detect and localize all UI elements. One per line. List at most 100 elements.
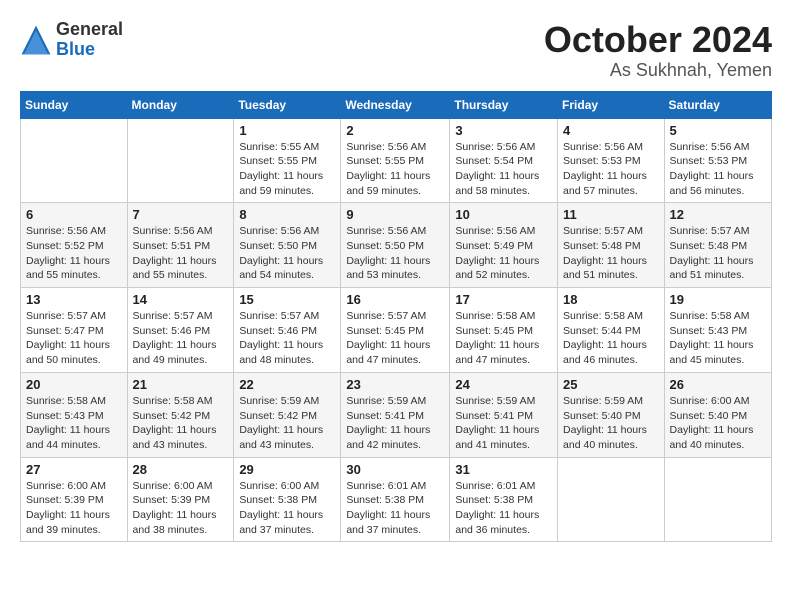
calendar-cell: 7 Sunrise: 5:56 AM Sunset: 5:51 PM Daylig… [127, 203, 234, 288]
cell-info: Sunrise: 5:56 AM Sunset: 5:53 PM Dayligh… [563, 140, 659, 199]
day-number: 1 [239, 123, 335, 138]
cell-info: Sunrise: 5:59 AM Sunset: 5:41 PM Dayligh… [346, 394, 444, 453]
calendar-cell: 5 Sunrise: 5:56 AM Sunset: 5:53 PM Daylig… [664, 118, 771, 203]
cell-info: Sunrise: 5:59 AM Sunset: 5:41 PM Dayligh… [455, 394, 552, 453]
calendar-cell: 29Sunrise: 6:00 AM Sunset: 5:38 PM Dayli… [234, 457, 341, 542]
day-number: 28 [133, 462, 229, 477]
cell-info: Sunrise: 5:56 AM Sunset: 5:53 PM Dayligh… [670, 140, 766, 199]
cell-info: Sunrise: 5:56 AM Sunset: 5:55 PM Dayligh… [346, 140, 444, 199]
calendar-cell: 12 Sunrise: 5:57 AM Sunset: 5:48 PM Dayli… [664, 203, 771, 288]
logo-general: General [56, 20, 123, 40]
calendar-cell: 4Sunrise: 5:56 AM Sunset: 5:53 PM Daylig… [558, 118, 665, 203]
cell-info: Sunrise: 5:58 AM Sunset: 5:43 PM Dayligh… [26, 394, 122, 453]
calendar-cell [21, 118, 128, 203]
day-number: 14 [133, 292, 229, 307]
cell-info: Sunrise: 5:57 AM Sunset: 5:45 PM Dayligh… [346, 309, 444, 368]
day-number: 6 [26, 207, 122, 222]
logo: General Blue [20, 20, 123, 60]
cell-info: Sunrise: 5:56 AM Sunset: 5:51 PM Dayligh… [133, 224, 229, 283]
calendar-cell: 2Sunrise: 5:56 AM Sunset: 5:55 PM Daylig… [341, 118, 450, 203]
calendar-cell: 3 Sunrise: 5:56 AM Sunset: 5:54 PM Daylig… [450, 118, 558, 203]
calendar-cell: 11Sunrise: 5:57 AM Sunset: 5:48 PM Dayli… [558, 203, 665, 288]
calendar-cell: 20 Sunrise: 5:58 AM Sunset: 5:43 PM Dayli… [21, 372, 128, 457]
page-header: General Blue October 2024 As Sukhnah, Ye… [20, 20, 772, 81]
cell-info: Sunrise: 6:01 AM Sunset: 5:38 PM Dayligh… [455, 479, 552, 538]
calendar-cell: 24 Sunrise: 5:59 AM Sunset: 5:41 PM Dayli… [450, 372, 558, 457]
cell-info: Sunrise: 5:57 AM Sunset: 5:46 PM Dayligh… [133, 309, 229, 368]
cell-info: Sunrise: 5:56 AM Sunset: 5:50 PM Dayligh… [239, 224, 335, 283]
day-number: 5 [670, 123, 766, 138]
calendar-row: 27 Sunrise: 6:00 AM Sunset: 5:39 PM Dayli… [21, 457, 772, 542]
cell-info: Sunrise: 6:01 AM Sunset: 5:38 PM Dayligh… [346, 479, 444, 538]
header-wednesday: Wednesday [341, 91, 450, 118]
calendar-cell: 16Sunrise: 5:57 AM Sunset: 5:45 PM Dayli… [341, 288, 450, 373]
day-number: 17 [455, 292, 552, 307]
cell-info: Sunrise: 5:56 AM Sunset: 5:50 PM Dayligh… [346, 224, 444, 283]
day-number: 12 [670, 207, 766, 222]
location-title: As Sukhnah, Yemen [544, 60, 772, 81]
day-number: 19 [670, 292, 766, 307]
day-number: 23 [346, 377, 444, 392]
header-thursday: Thursday [450, 91, 558, 118]
calendar-row: 13Sunrise: 5:57 AM Sunset: 5:47 PM Dayli… [21, 288, 772, 373]
cell-info: Sunrise: 5:56 AM Sunset: 5:54 PM Dayligh… [455, 140, 552, 199]
cell-info: Sunrise: 6:00 AM Sunset: 5:39 PM Dayligh… [26, 479, 122, 538]
day-number: 29 [239, 462, 335, 477]
day-number: 3 [455, 123, 552, 138]
header-friday: Friday [558, 91, 665, 118]
day-number: 18 [563, 292, 659, 307]
cell-info: Sunrise: 5:56 AM Sunset: 5:49 PM Dayligh… [455, 224, 552, 283]
calendar-cell: 21 Sunrise: 5:58 AM Sunset: 5:42 PM Dayli… [127, 372, 234, 457]
logo-text: General Blue [56, 20, 123, 60]
title-block: October 2024 As Sukhnah, Yemen [544, 20, 772, 81]
calendar-cell: 9Sunrise: 5:56 AM Sunset: 5:50 PM Daylig… [341, 203, 450, 288]
calendar-cell: 31 Sunrise: 6:01 AM Sunset: 5:38 PM Dayli… [450, 457, 558, 542]
day-number: 21 [133, 377, 229, 392]
logo-blue: Blue [56, 40, 123, 60]
logo-icon [20, 24, 52, 56]
day-number: 20 [26, 377, 122, 392]
header-tuesday: Tuesday [234, 91, 341, 118]
calendar-cell [127, 118, 234, 203]
calendar-cell: 14 Sunrise: 5:57 AM Sunset: 5:46 PM Dayli… [127, 288, 234, 373]
calendar-cell: 10 Sunrise: 5:56 AM Sunset: 5:49 PM Dayli… [450, 203, 558, 288]
calendar-row: 20 Sunrise: 5:58 AM Sunset: 5:43 PM Dayli… [21, 372, 772, 457]
cell-info: Sunrise: 5:58 AM Sunset: 5:45 PM Dayligh… [455, 309, 552, 368]
calendar-row: 6 Sunrise: 5:56 AM Sunset: 5:52 PM Daylig… [21, 203, 772, 288]
calendar-row: 1Sunrise: 5:55 AM Sunset: 5:55 PM Daylig… [21, 118, 772, 203]
calendar-cell: 22 Sunrise: 5:59 AM Sunset: 5:42 PM Dayli… [234, 372, 341, 457]
calendar-cell: 15 Sunrise: 5:57 AM Sunset: 5:46 PM Dayli… [234, 288, 341, 373]
calendar-cell: 13Sunrise: 5:57 AM Sunset: 5:47 PM Dayli… [21, 288, 128, 373]
calendar-cell: 19Sunrise: 5:58 AM Sunset: 5:43 PM Dayli… [664, 288, 771, 373]
day-number: 27 [26, 462, 122, 477]
day-number: 31 [455, 462, 552, 477]
cell-info: Sunrise: 6:00 AM Sunset: 5:39 PM Dayligh… [133, 479, 229, 538]
cell-info: Sunrise: 5:56 AM Sunset: 5:52 PM Dayligh… [26, 224, 122, 283]
calendar-cell: 17 Sunrise: 5:58 AM Sunset: 5:45 PM Dayli… [450, 288, 558, 373]
calendar-cell: 26Sunrise: 6:00 AM Sunset: 5:40 PM Dayli… [664, 372, 771, 457]
calendar-table: SundayMondayTuesdayWednesdayThursdayFrid… [20, 91, 772, 543]
day-number: 22 [239, 377, 335, 392]
cell-info: Sunrise: 5:57 AM Sunset: 5:48 PM Dayligh… [670, 224, 766, 283]
calendar-cell: 28 Sunrise: 6:00 AM Sunset: 5:39 PM Dayli… [127, 457, 234, 542]
calendar-cell: 18Sunrise: 5:58 AM Sunset: 5:44 PM Dayli… [558, 288, 665, 373]
day-number: 8 [239, 207, 335, 222]
calendar-header-row: SundayMondayTuesdayWednesdayThursdayFrid… [21, 91, 772, 118]
day-number: 15 [239, 292, 335, 307]
cell-info: Sunrise: 5:59 AM Sunset: 5:42 PM Dayligh… [239, 394, 335, 453]
cell-info: Sunrise: 5:57 AM Sunset: 5:47 PM Dayligh… [26, 309, 122, 368]
calendar-cell: 25Sunrise: 5:59 AM Sunset: 5:40 PM Dayli… [558, 372, 665, 457]
calendar-cell: 1Sunrise: 5:55 AM Sunset: 5:55 PM Daylig… [234, 118, 341, 203]
cell-info: Sunrise: 6:00 AM Sunset: 5:40 PM Dayligh… [670, 394, 766, 453]
calendar-cell: 23 Sunrise: 5:59 AM Sunset: 5:41 PM Dayli… [341, 372, 450, 457]
calendar-cell [558, 457, 665, 542]
header-sunday: Sunday [21, 91, 128, 118]
day-number: 7 [133, 207, 229, 222]
day-number: 24 [455, 377, 552, 392]
calendar-cell: 30Sunrise: 6:01 AM Sunset: 5:38 PM Dayli… [341, 457, 450, 542]
cell-info: Sunrise: 5:57 AM Sunset: 5:46 PM Dayligh… [239, 309, 335, 368]
calendar-cell: 27 Sunrise: 6:00 AM Sunset: 5:39 PM Dayli… [21, 457, 128, 542]
cell-info: Sunrise: 5:58 AM Sunset: 5:42 PM Dayligh… [133, 394, 229, 453]
day-number: 11 [563, 207, 659, 222]
day-number: 10 [455, 207, 552, 222]
